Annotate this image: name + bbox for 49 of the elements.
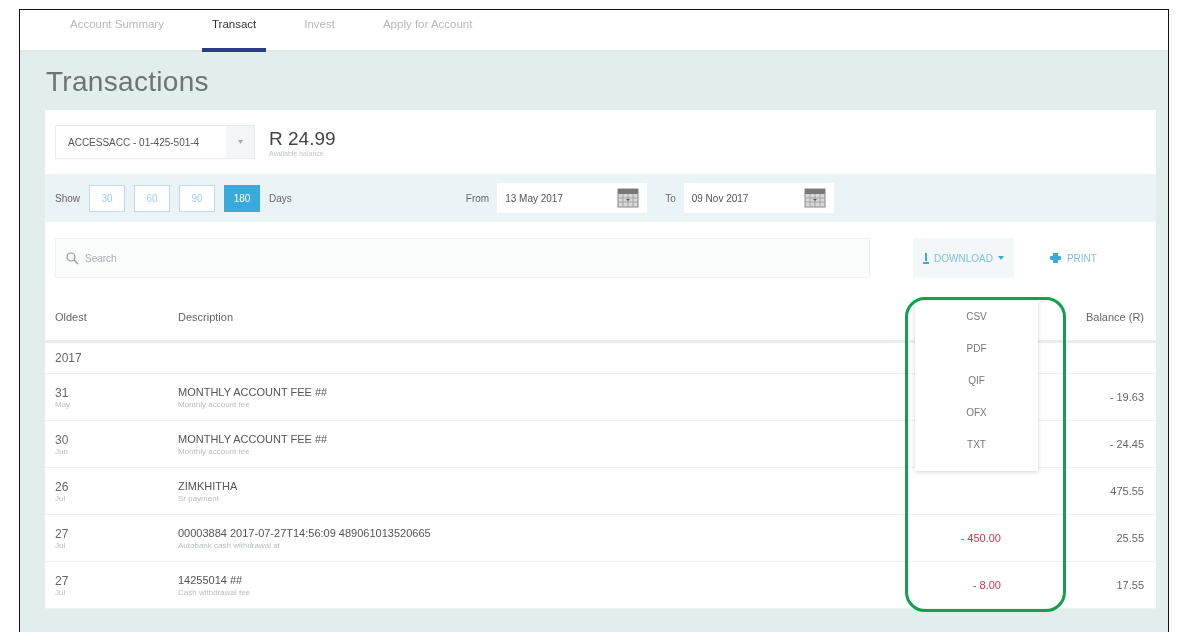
search-icon bbox=[66, 251, 79, 265]
balance-text: 475.55 bbox=[1109, 485, 1144, 497]
transaction-title: 14255014 ## bbox=[178, 573, 244, 586]
date-month: May bbox=[55, 399, 72, 409]
page-title: Transactions bbox=[46, 66, 210, 98]
balance-text: - 19.63 bbox=[1108, 391, 1144, 403]
show-label: Show bbox=[55, 192, 80, 204]
menu-item[interactable]: OFX bbox=[915, 401, 1038, 433]
transaction-title: 00003884 2017-07-27T14:56:09 489061013520665 bbox=[178, 526, 432, 539]
date-day: 31 bbox=[55, 385, 178, 400]
balance-text: 25.55 bbox=[1115, 532, 1144, 544]
date-day: 30 bbox=[55, 432, 178, 447]
column-header: Description bbox=[178, 311, 235, 323]
menu-item[interactable]: TXT bbox=[915, 433, 1038, 465]
column-header[interactable]: Oldest bbox=[55, 311, 178, 323]
download-icon bbox=[923, 252, 929, 264]
account-select[interactable]: ACCESSACC - 01-425-501-4 bbox=[55, 125, 255, 159]
date-day: 27 bbox=[55, 526, 178, 541]
transaction-title: MONTHLY ACCOUNT FEE ## bbox=[178, 385, 329, 398]
caret-icon bbox=[237, 140, 243, 144]
date-day: 26 bbox=[55, 479, 178, 494]
menu-item[interactable]: QIF bbox=[915, 369, 1038, 401]
days-button[interactable]: 180 bbox=[224, 184, 260, 212]
year-label: 2017 bbox=[55, 351, 83, 365]
amount-text: - 8.00 bbox=[972, 579, 1001, 591]
calendar-icon[interactable] bbox=[617, 188, 640, 208]
balance-text: - 24.45 bbox=[1108, 438, 1144, 450]
column-header: Balance (R) bbox=[1084, 311, 1144, 323]
nav-tab[interactable]: Transact bbox=[201, 10, 267, 52]
calendar-icon[interactable] bbox=[803, 188, 826, 208]
transaction-subtitle: Monthly account fee bbox=[178, 446, 251, 456]
transaction-title: MONTHLY ACCOUNT FEE ## bbox=[178, 432, 329, 445]
transaction-title: ZIMKHITHA bbox=[178, 479, 239, 492]
printer-icon bbox=[1049, 253, 1061, 263]
date-day: 27 bbox=[55, 573, 178, 588]
to-label: To bbox=[665, 192, 676, 204]
transaction-subtitle: Monthly account fee bbox=[178, 399, 251, 409]
menu-item[interactable]: CSV bbox=[915, 305, 1038, 337]
date-field[interactable]: 13 May 2017 bbox=[497, 183, 648, 213]
balance-text: 17.55 bbox=[1115, 579, 1144, 591]
caret-icon bbox=[997, 256, 1004, 260]
transaction-subtitle: Autobank cash withdrawal at bbox=[178, 540, 281, 550]
from-label: From bbox=[465, 192, 490, 204]
balance-amount: R 24.99 bbox=[269, 127, 336, 150]
date-field[interactable]: 09 Nov 2017 bbox=[683, 183, 834, 213]
menu-item[interactable]: PDF bbox=[915, 337, 1038, 369]
date-month: Jun bbox=[55, 446, 69, 456]
amount-text: - 450.00 bbox=[960, 532, 1001, 544]
days-label: Days bbox=[269, 192, 292, 204]
